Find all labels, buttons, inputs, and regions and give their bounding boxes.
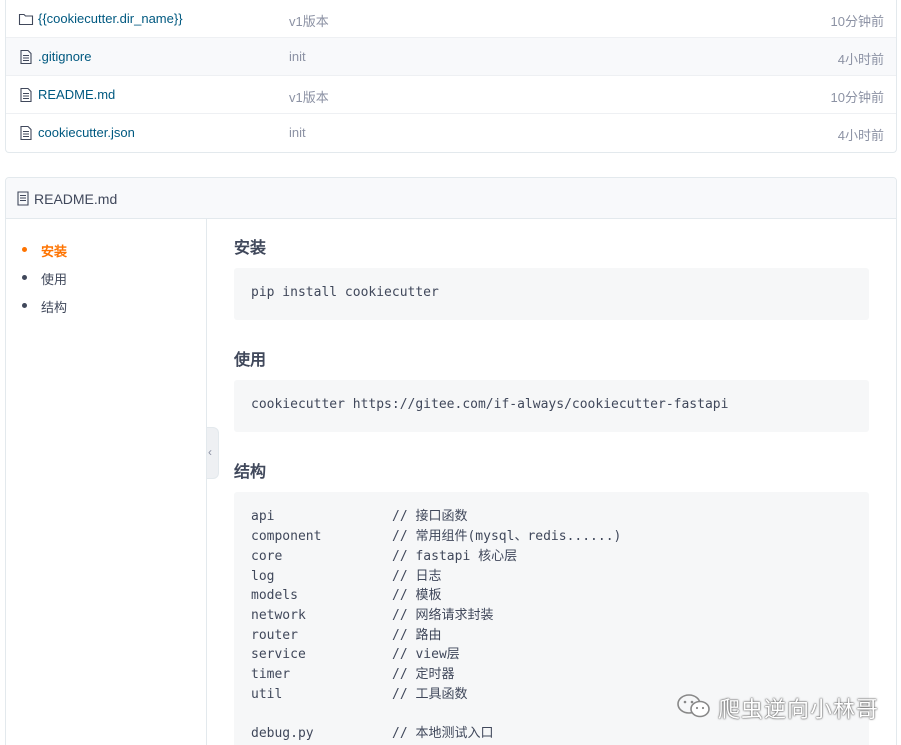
file-icon [20,49,32,65]
commit-time: 4小时前 [837,128,884,143]
file-name-link[interactable]: {{cookiecutter.dir_name}} [38,11,183,26]
code-comment: // 本地测试入口 [392,726,494,741]
code-line: network [251,608,306,623]
code-line: api [251,509,275,524]
file-row[interactable]: README.md v1版本 10分钟前 [6,76,896,114]
commit-time: 10分钟前 [830,90,884,105]
code-comment: // 日志 [392,569,442,584]
commit-message-link[interactable]: v1版本 [289,87,329,106]
toc-item-label: 结构 [41,300,68,315]
code-block-usage: cookiecutter https://gitee.com/if-always… [234,380,869,432]
folder-icon [18,13,34,26]
file-row[interactable]: .gitignore init 4小时前 [6,38,896,76]
file-name-link[interactable]: .gitignore [38,49,91,64]
code-line: service [251,647,306,662]
commit-time: 10分钟前 [830,14,884,29]
bullet-icon [22,247,27,252]
code-block-install: pip install cookiecutter [234,268,869,320]
file-row[interactable]: {{cookiecutter.dir_name}} v1版本 10分钟前 [6,0,896,38]
code-comment: // 模板 [392,588,442,603]
code-line: router [251,628,298,643]
file-name-link[interactable]: README.md [38,87,115,102]
bullet-icon [22,303,27,308]
commit-message-link[interactable]: init [289,125,306,140]
code-line: models [251,588,298,603]
readme-header: README.md [6,178,896,219]
chevron-left-icon: ‹ [208,445,212,459]
code-comment: // fastapi 核心层 [392,549,518,564]
commit-message-link[interactable]: init [289,49,306,64]
file-name-link[interactable]: cookiecutter.json [38,125,135,140]
code-comment: // 路由 [392,628,442,643]
code-comment: // 工具函数 [392,687,468,702]
wechat-icon [677,694,710,718]
section-heading-install: 安装 [234,240,267,257]
table-of-contents: 安装 使用 结构 [6,219,207,745]
code-comment: // 网络请求封装 [392,608,494,623]
readme-title: README.md [34,191,118,207]
code-line: timer [251,667,291,682]
readme-panel: README.md 安装 使用 结构 ‹ 安装 pip install cook… [5,177,897,745]
code-comment: // 定时器 [392,667,455,682]
section-heading-structure: 结构 [234,464,267,481]
code-line: pip install cookiecutter [251,285,439,300]
commit-message-link[interactable]: v1版本 [289,11,329,30]
toc-item-label: 安装 [41,244,68,259]
code-line: debug.py [251,726,314,741]
code-comment: // view层 [392,647,460,662]
code-line: log [251,569,275,584]
file-icon [20,125,32,141]
readme-file-icon [17,191,29,206]
file-icon [20,87,32,103]
toc-item-label: 使用 [41,272,68,287]
commit-time: 4小时前 [837,52,884,67]
code-comment: // 接口函数 [392,509,468,524]
bullet-icon [22,275,27,280]
watermark-text: 爬虫逆向小林哥 [718,697,880,722]
toc-collapse-toggle[interactable]: ‹ [207,427,219,479]
code-line: cookiecutter https://gitee.com/if-always… [251,397,729,412]
code-comment: // 常用组件(mysql、redis......) [392,529,622,544]
file-list: {{cookiecutter.dir_name}} v1版本 10分钟前 .gi… [5,0,897,153]
code-line: util [251,687,283,702]
code-line: core [251,549,283,564]
file-row[interactable]: cookiecutter.json init 4小时前 [6,114,896,152]
section-heading-usage: 使用 [234,352,267,369]
code-line: component [251,529,322,544]
